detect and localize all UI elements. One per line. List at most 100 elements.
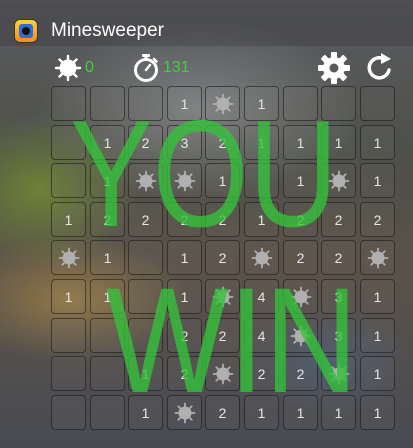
cell-number: 3 — [334, 288, 343, 305]
board-cell-number[interactable]: 2 — [167, 202, 202, 237]
board-cell-number[interactable]: 2 — [90, 202, 125, 237]
board-cell-number[interactable]: 1 — [360, 163, 395, 198]
board-cell-number[interactable]: 2 — [128, 125, 163, 160]
mine-icon — [251, 247, 272, 268]
board-cell-number[interactable]: 1 — [51, 279, 86, 314]
cell-number: 1 — [64, 211, 73, 228]
board-cell-empty[interactable] — [128, 279, 163, 314]
board-cell-number[interactable]: 2 — [167, 356, 202, 391]
board-cell-empty[interactable] — [128, 86, 163, 121]
board-cell-number[interactable]: 1 — [283, 395, 318, 430]
board-cell-number[interactable]: 3 — [321, 318, 356, 353]
board-cell-empty[interactable] — [90, 318, 125, 353]
board-cell-number[interactable]: 2 — [205, 125, 240, 160]
board-cell-number[interactable]: 4 — [244, 279, 279, 314]
board-cell-empty[interactable] — [90, 86, 125, 121]
board-cell-number[interactable]: 1 — [244, 125, 279, 160]
board-cell-empty[interactable] — [90, 395, 125, 430]
board-cell-mine[interactable] — [205, 279, 240, 314]
board-cell-mine[interactable] — [360, 240, 395, 275]
board-cell-number[interactable]: 2 — [167, 318, 202, 353]
board-cell-number[interactable]: 2 — [205, 240, 240, 275]
board-cell-mine[interactable] — [283, 318, 318, 353]
board-cell-number[interactable]: 1 — [283, 125, 318, 160]
board-cell-number[interactable]: 1 — [205, 163, 240, 198]
board-cell-number[interactable]: 1 — [244, 86, 279, 121]
board-cell-number[interactable]: 1 — [128, 356, 163, 391]
board-cell-number[interactable]: 1 — [321, 395, 356, 430]
board-cell-empty[interactable] — [321, 86, 356, 121]
board-cell-number[interactable]: 1 — [244, 395, 279, 430]
board-cell-number[interactable]: 1 — [90, 279, 125, 314]
board-cell-mine[interactable] — [167, 395, 202, 430]
board-cell-number[interactable]: 2 — [244, 356, 279, 391]
board-cell-empty[interactable] — [128, 318, 163, 353]
board-cell-number[interactable]: 1 — [360, 318, 395, 353]
board-cell-number[interactable]: 2 — [321, 202, 356, 237]
board-cell-number[interactable]: 2 — [283, 240, 318, 275]
board-cell-number[interactable]: 1 — [167, 86, 202, 121]
board-cell-number[interactable]: 1 — [360, 395, 395, 430]
mine-icon — [212, 93, 233, 114]
board-cell-number[interactable]: 1 — [51, 202, 86, 237]
board-cell-mine[interactable] — [205, 86, 240, 121]
cell-number: 1 — [257, 404, 266, 421]
mine-icon — [174, 402, 195, 423]
board-cell-mine[interactable] — [321, 163, 356, 198]
settings-button[interactable] — [316, 50, 352, 86]
board-cell-number[interactable]: 4 — [244, 318, 279, 353]
board-cell-empty[interactable] — [51, 163, 86, 198]
cell-number: 1 — [334, 404, 343, 421]
board-cell-number[interactable]: 1 — [128, 395, 163, 430]
board-cell-empty[interactable] — [283, 86, 318, 121]
board-cell-mine[interactable] — [244, 240, 279, 275]
board-cell-empty[interactable] — [51, 86, 86, 121]
mine-icon — [328, 170, 349, 191]
board-cell-mine[interactable] — [167, 163, 202, 198]
board-cell-empty[interactable] — [90, 356, 125, 391]
restart-button[interactable] — [362, 50, 398, 86]
board-cell-number[interactable]: 3 — [321, 279, 356, 314]
cell-number: 1 — [64, 288, 73, 305]
app-title: Minesweeper — [51, 20, 164, 41]
board-cell-number[interactable]: 2 — [321, 240, 356, 275]
board-cell-number[interactable]: 1 — [244, 202, 279, 237]
board-cell-mine[interactable] — [51, 240, 86, 275]
board-cell-number[interactable]: 1 — [167, 279, 202, 314]
board-cell-empty[interactable] — [51, 356, 86, 391]
board-cell-empty[interactable] — [51, 125, 86, 160]
board-cell-number[interactable]: 1 — [360, 279, 395, 314]
board-cell-number[interactable]: 1 — [360, 125, 395, 160]
board-cell-mine[interactable] — [128, 163, 163, 198]
board-cell-number[interactable]: 1 — [360, 356, 395, 391]
board-cell-empty[interactable] — [244, 163, 279, 198]
board-cell-number[interactable]: 2 — [205, 395, 240, 430]
board-cell-empty[interactable] — [51, 318, 86, 353]
board-cell-number[interactable]: 1 — [90, 163, 125, 198]
timer: 131 — [131, 53, 190, 83]
board-cell-number[interactable]: 1 — [283, 163, 318, 198]
board-cell-mine[interactable] — [321, 356, 356, 391]
board-cell-mine[interactable] — [205, 356, 240, 391]
board-cell-mine[interactable] — [283, 279, 318, 314]
cell-number: 2 — [296, 211, 305, 228]
board-cell-empty[interactable] — [51, 395, 86, 430]
board-cell-number[interactable]: 2 — [205, 318, 240, 353]
cell-number: 1 — [373, 327, 382, 344]
cell-number: 2 — [218, 327, 227, 344]
board-cell-number[interactable]: 2 — [128, 202, 163, 237]
board-cell-empty[interactable] — [128, 240, 163, 275]
mine-icon — [212, 286, 233, 307]
cell-number: 1 — [296, 404, 305, 421]
board-cell-number[interactable]: 2 — [205, 202, 240, 237]
cell-number: 1 — [334, 134, 343, 151]
board-cell-empty[interactable] — [360, 86, 395, 121]
board-cell-number[interactable]: 1 — [90, 240, 125, 275]
board-cell-number[interactable]: 2 — [283, 202, 318, 237]
board-cell-number[interactable]: 2 — [360, 202, 395, 237]
board-cell-number[interactable]: 1 — [321, 125, 356, 160]
board-cell-number[interactable]: 1 — [167, 240, 202, 275]
board-cell-number[interactable]: 2 — [283, 356, 318, 391]
board-cell-number[interactable]: 1 — [90, 125, 125, 160]
board-cell-number[interactable]: 3 — [167, 125, 202, 160]
